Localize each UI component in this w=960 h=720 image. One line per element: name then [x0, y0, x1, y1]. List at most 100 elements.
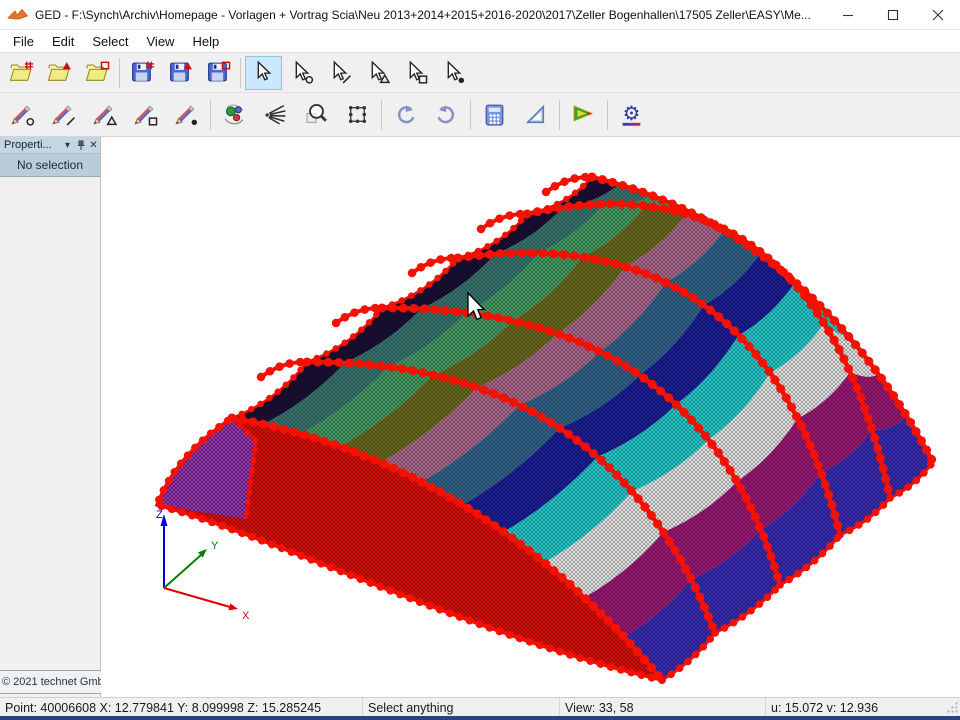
svg-text:⚙: ⚙: [623, 102, 641, 125]
menu-bar: FileEditSelectViewHelp: [0, 30, 960, 52]
status-uv-coordinates: u: 15.072 v: 12.936: [766, 698, 944, 717]
calc-icon: [482, 102, 507, 127]
save-icon: [168, 60, 193, 85]
rotate-view-button[interactable]: [215, 96, 255, 134]
calculator-button[interactable]: [475, 96, 515, 134]
menu-item-view[interactable]: View: [138, 32, 184, 51]
toolbar-separator: [240, 58, 241, 88]
toolbar-separator: [210, 100, 211, 130]
select-element-button[interactable]: [435, 56, 472, 90]
status-hint: Select anything: [363, 698, 560, 717]
frame-icon: [345, 102, 370, 127]
window-bottom-edge: [0, 716, 960, 720]
draw-square-button[interactable]: [126, 96, 166, 134]
app-logo-icon: [7, 6, 29, 24]
save-icon: [130, 60, 155, 85]
toolbar-separator: [470, 100, 471, 130]
title-bar: GED - F:\Synch\Archiv\Homepage - Vorlage…: [0, 0, 960, 30]
open-square-button[interactable]: [79, 56, 116, 90]
pin-icon[interactable]: [74, 139, 87, 152]
select-line-button[interactable]: [321, 56, 358, 90]
draw-triangle-button[interactable]: [85, 96, 125, 134]
axis-label-x: X: [242, 610, 250, 622]
axis-label-z: Z: [156, 509, 163, 521]
start-computation-button[interactable]: [564, 96, 604, 134]
menu-item-file[interactable]: File: [4, 32, 43, 51]
minimize-button[interactable]: [825, 0, 870, 30]
cursor-icon: [251, 60, 276, 85]
draw-line-button[interactable]: [44, 96, 84, 134]
maximize-button[interactable]: [870, 0, 915, 30]
measure-button[interactable]: [516, 96, 556, 134]
status-view-angles: View: 33, 58: [560, 698, 766, 717]
properties-panel: Properti... ▾ ✕ No selection © 2021 tech…: [0, 137, 101, 697]
status-point-coordinates: Point: 40006608 X: 12.779841 Y: 8.099998…: [0, 698, 363, 717]
cursor-icon: [365, 60, 390, 85]
menu-item-edit[interactable]: Edit: [43, 32, 83, 51]
cursor-icon: [441, 60, 466, 85]
open-triangle-button[interactable]: [41, 56, 78, 90]
selection-status: No selection: [0, 154, 100, 177]
folder-icon: [47, 60, 72, 85]
gear-icon: ⚙: [619, 102, 644, 127]
draw-element-button[interactable]: [167, 96, 207, 134]
toolbar-file-select: [0, 52, 960, 92]
toolbar-separator: [559, 100, 560, 130]
redo-icon: [434, 102, 459, 127]
copyright-label: © 2021 technet GmbH: [0, 670, 101, 694]
redo-button[interactable]: [427, 96, 467, 134]
model-3d: [157, 177, 933, 680]
toolbar-separator: [607, 100, 608, 130]
cursor-icon: [403, 60, 428, 85]
pencil-icon: [174, 102, 199, 127]
zoom-extents-button[interactable]: [338, 96, 378, 134]
save-triangle-button[interactable]: [162, 56, 199, 90]
save-icon: [206, 60, 231, 85]
folder-icon: [85, 60, 110, 85]
status-bar: Point: 40006608 X: 12.779841 Y: 8.099998…: [0, 697, 960, 716]
select-triangle-button[interactable]: [359, 56, 396, 90]
undo-button[interactable]: [386, 96, 426, 134]
toolbar-separator: [119, 58, 120, 88]
cursor-icon: [289, 60, 314, 85]
open-hash-button[interactable]: [3, 56, 40, 90]
pencil-icon: [133, 102, 158, 127]
pencil-icon: [51, 102, 76, 127]
settings-button[interactable]: ⚙: [612, 96, 652, 134]
cursor-icon: [327, 60, 352, 85]
toolbar-separator: [381, 100, 382, 130]
close-panel-icon[interactable]: ✕: [87, 139, 100, 152]
resize-grip[interactable]: [946, 701, 959, 714]
setsquare-icon: [523, 102, 548, 127]
window-controls: [825, 0, 960, 30]
properties-panel-header: Properti... ▾ ✕: [0, 137, 100, 154]
chevron-down-icon[interactable]: ▾: [61, 139, 74, 152]
undo-icon: [393, 102, 418, 127]
rays-icon: [263, 102, 288, 127]
draw-point-button[interactable]: [3, 96, 43, 134]
toolbar-tools: ⚙: [0, 92, 960, 137]
menu-item-help[interactable]: Help: [183, 32, 228, 51]
flag-icon: [571, 102, 596, 127]
window-title: GED - F:\Synch\Archiv\Homepage - Vorlage…: [35, 8, 825, 22]
render-rays-button[interactable]: [256, 96, 296, 134]
axis-label-y: Y: [211, 540, 219, 552]
close-button[interactable]: [915, 0, 960, 30]
viewport[interactable]: Z Y X: [102, 137, 960, 697]
pencil-icon: [92, 102, 117, 127]
select-default-button[interactable]: [245, 56, 282, 90]
select-point-button[interactable]: [283, 56, 320, 90]
zoomtool-icon: [304, 102, 329, 127]
pencil-icon: [10, 102, 35, 127]
save-hash-button[interactable]: [124, 56, 161, 90]
menu-item-select[interactable]: Select: [83, 32, 137, 51]
orbit-icon: [222, 102, 247, 127]
application-window: GED - F:\Synch\Archiv\Homepage - Vorlage…: [0, 0, 960, 720]
viewport-canvas[interactable]: Z Y X: [102, 137, 960, 697]
folder-icon: [9, 60, 34, 85]
save-square-button[interactable]: [200, 56, 237, 90]
zoom-window-button[interactable]: [297, 96, 337, 134]
select-square-button[interactable]: [397, 56, 434, 90]
properties-panel-title: Properti...: [0, 139, 61, 151]
properties-panel-body: [0, 177, 100, 652]
